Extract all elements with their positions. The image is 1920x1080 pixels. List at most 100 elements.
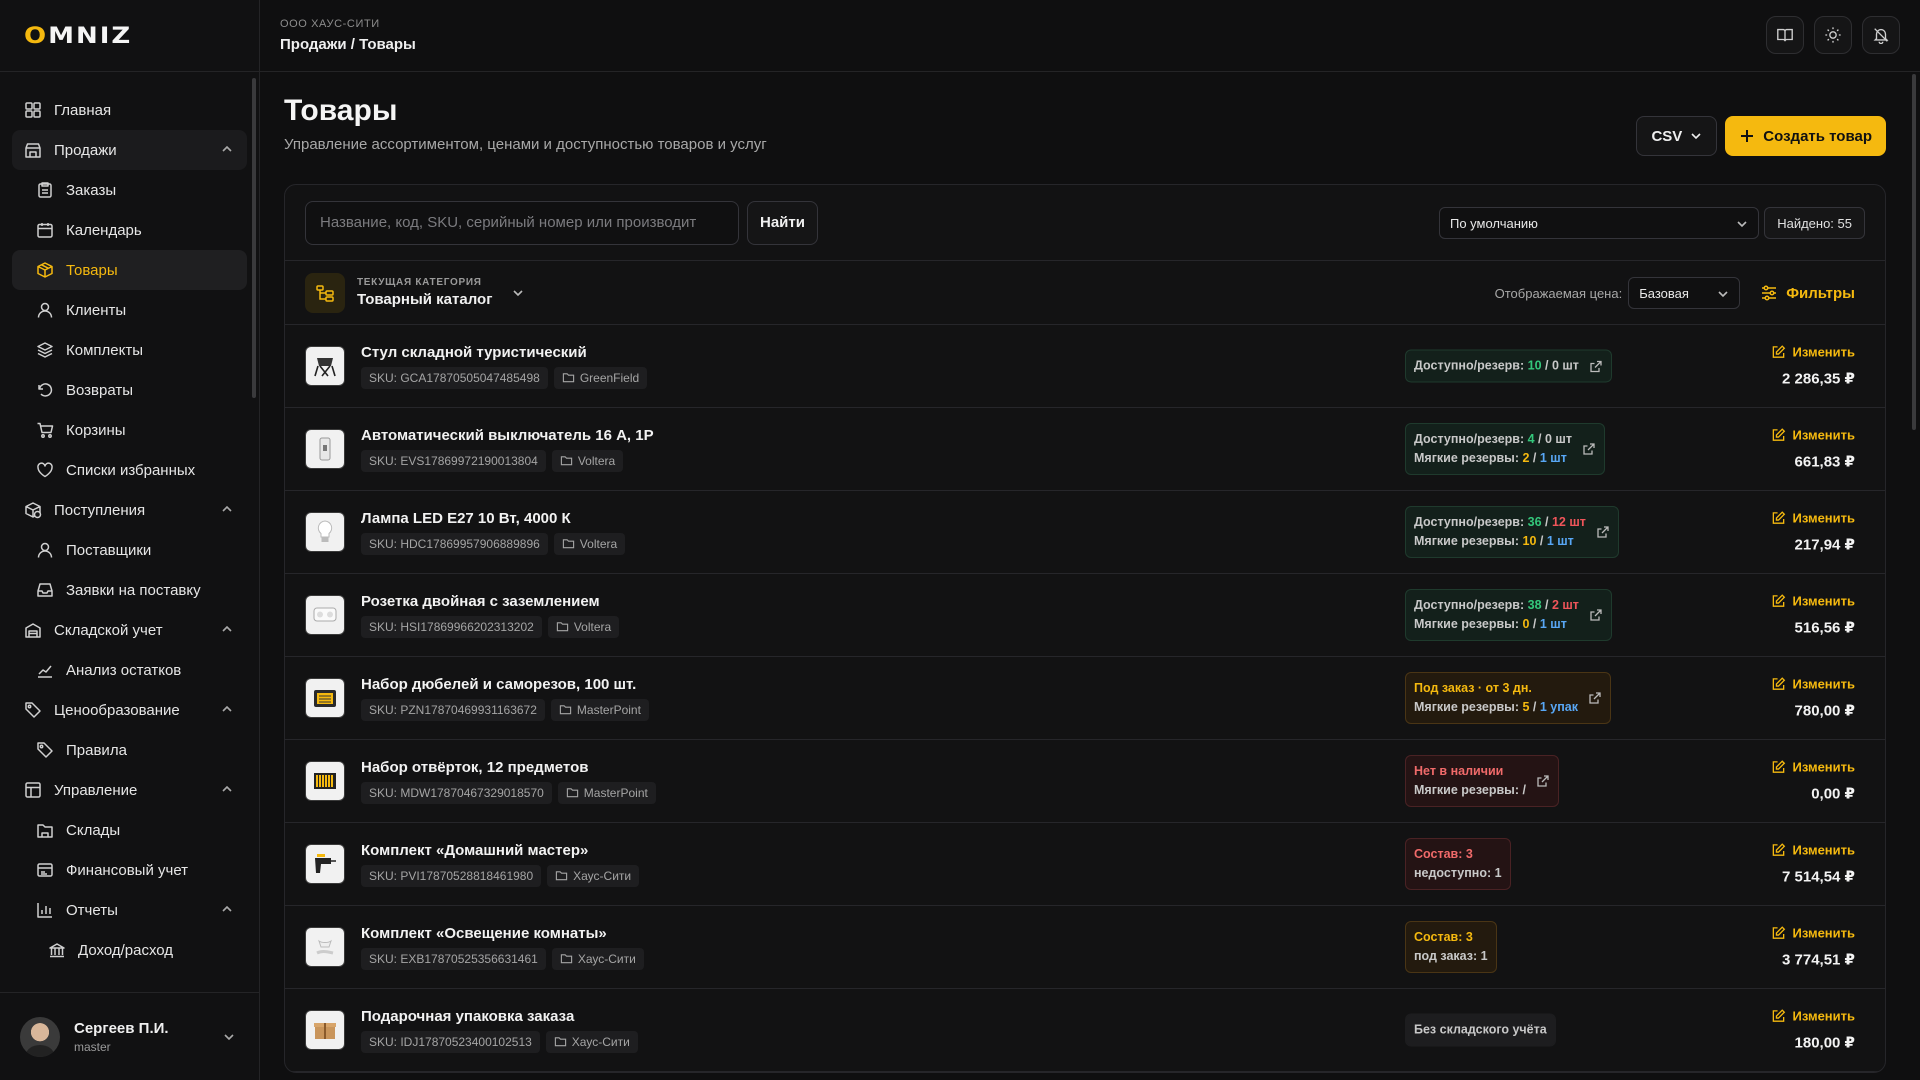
sidebar-item[interactable]: Финансовый учет [12,850,247,890]
sidebar-item[interactable]: Клиенты [12,290,247,330]
search-input[interactable] [305,200,739,245]
user-menu[interactable]: Сергеев П.И. master [0,992,259,1080]
sidebar-item[interactable]: Склады [12,810,247,850]
table-row[interactable]: Подарочная упаковка заказа SKU: IDJ178705… [285,989,1885,1072]
chevron-up-icon[interactable] [221,623,233,635]
brand-tag[interactable]: Voltera [547,615,620,638]
edit-product-button[interactable]: Изменить [1771,843,1855,858]
sidebar-item[interactable]: Заявки на поставку [12,570,247,610]
brand-tag[interactable]: Хаус-Сити [547,864,640,887]
sidebar-item[interactable]: Анализ остатков [12,650,247,690]
brand-tag[interactable]: Хаус-Сити [551,947,644,970]
sidebar-item[interactable]: Управление [12,770,247,810]
sidebar-item[interactable]: Возвраты [12,370,247,410]
sidebar-item[interactable]: Заказы [12,170,247,210]
external-link-icon[interactable] [1589,359,1603,373]
edit-product-button[interactable]: Изменить [1771,428,1855,443]
sidebar-item[interactable]: Доход/расход [12,930,247,970]
product-name[interactable]: Автоматический выключатель 16 А, 1Р [361,427,654,444]
edit-product-button[interactable]: Изменить [1771,760,1855,775]
sidebar-item[interactable]: Складской учет [12,610,247,650]
table-row[interactable]: Лампа LED E27 10 Вт, 4000 К SKU: HDC17869… [285,491,1885,574]
sidebar-item[interactable]: Календарь [12,210,247,250]
create-product-button[interactable]: Создать товар [1725,116,1886,156]
brand-tag[interactable]: GreenField [553,366,648,389]
table-row[interactable]: Автоматический выключатель 16 А, 1Р SKU: … [285,408,1885,491]
product-name[interactable]: Набор отвёрток, 12 предметов [361,759,656,776]
stock-status-badge[interactable]: Нет в наличии Мягкие резервы: / [1405,755,1559,807]
sidebar-item[interactable]: Поставщики [12,530,247,570]
external-link-icon[interactable] [1596,525,1610,539]
sidebar-item[interactable]: Главная [12,90,247,130]
category-selector[interactable]: ТЕКУЩАЯ КАТЕГОРИЯ Товарный каталог [357,277,492,308]
product-name[interactable]: Комплект «Домашний мастер» [361,842,639,859]
product-thumbnail[interactable] [305,595,345,635]
chevron-up-icon[interactable] [221,143,233,155]
edit-product-button[interactable]: Изменить [1771,594,1855,609]
brand-tag[interactable]: Voltera [551,449,624,472]
edit-product-button[interactable]: Изменить [1771,345,1855,360]
product-name[interactable]: Набор дюбелей и саморезов, 100 шт. [361,676,649,693]
brand-tag[interactable]: MasterPoint [557,781,656,804]
table-row[interactable]: Набор отвёрток, 12 предметов SKU: MDW1787… [285,740,1885,823]
brand-tag[interactable]: Хаус-Сити [545,1030,638,1053]
sidebar-item[interactable]: Отчеты [12,890,247,930]
product-name[interactable]: Розетка двойная с заземлением [361,593,619,610]
sidebar-item[interactable]: Комплекты [12,330,247,370]
product-thumbnail[interactable] [305,346,345,386]
logo[interactable]: OMNIZ [0,0,259,72]
filters-button[interactable]: Фильтры [1760,284,1855,302]
product-thumbnail[interactable] [305,927,345,967]
price-view-select[interactable]: Базовая [1628,277,1741,309]
brand-tag[interactable]: Voltera [553,532,626,555]
stock-status-badge[interactable]: Доступно/резерв: 38 / 2 шт Мягкие резервы… [1405,589,1612,641]
table-row[interactable]: Набор дюбелей и саморезов, 100 шт. SKU: P… [285,657,1885,740]
sidebar-item[interactable]: Продажи [12,130,247,170]
chevron-up-icon[interactable] [221,783,233,795]
product-thumbnail[interactable] [305,761,345,801]
theme-toggle-button[interactable] [1814,16,1852,54]
stock-status-badge[interactable]: Доступно/резерв: 36 / 12 шт Мягкие резерв… [1405,506,1619,558]
chevron-down-icon[interactable] [512,287,524,299]
notifications-button[interactable] [1862,16,1900,54]
table-row[interactable]: Комплект «Освещение комнаты» SKU: EXB1787… [285,906,1885,989]
edit-product-button[interactable]: Изменить [1771,1009,1855,1024]
product-name[interactable]: Лампа LED E27 10 Вт, 4000 К [361,510,625,527]
product-thumbnail[interactable] [305,678,345,718]
table-row[interactable]: Стул складной туристический SKU: GCA17870… [285,325,1885,408]
chevron-up-icon[interactable] [221,503,233,515]
edit-product-button[interactable]: Изменить [1771,677,1855,692]
product-name[interactable]: Подарочная упаковка заказа [361,1008,638,1025]
breadcrumb-path[interactable]: Продажи / Товары [280,36,416,53]
product-name[interactable]: Стул складной туристический [361,344,647,361]
sidebar-item[interactable]: Поступления [12,490,247,530]
sidebar-scrollbar[interactable] [252,78,256,398]
external-link-icon[interactable] [1582,442,1596,456]
external-link-icon[interactable] [1536,774,1550,788]
brand-tag[interactable]: MasterPoint [550,698,649,721]
sidebar-item[interactable]: Правила [12,730,247,770]
sort-select[interactable]: По умолчанию [1439,207,1759,239]
edit-product-button[interactable]: Изменить [1771,511,1855,526]
docs-button[interactable] [1766,16,1804,54]
external-link-icon[interactable] [1588,691,1602,705]
stock-status-badge[interactable]: Доступно/резерв: 4 / 0 шт Мягкие резервы:… [1405,423,1605,475]
chevron-up-icon[interactable] [221,903,233,915]
edit-product-button[interactable]: Изменить [1771,926,1855,941]
product-thumbnail[interactable] [305,1010,345,1050]
table-row[interactable]: Розетка двойная с заземлением SKU: HSI178… [285,574,1885,657]
chevron-up-icon[interactable] [221,703,233,715]
csv-dropdown-button[interactable]: CSV [1636,116,1718,156]
table-row[interactable]: Комплект «Домашний мастер» SKU: PVI178705… [285,823,1885,906]
stock-status-badge[interactable]: Под заказ · от 3 дн. Мягкие резервы: 5 / … [1405,672,1612,724]
search-button[interactable]: Найти [747,200,818,245]
sidebar-item[interactable]: Списки избранных [12,450,247,490]
product-thumbnail[interactable] [305,844,345,884]
external-link-icon[interactable] [1589,608,1603,622]
product-thumbnail[interactable] [305,429,345,469]
sidebar-item[interactable]: Товары [12,250,247,290]
stock-status-badge[interactable]: Доступно/резерв: 10 / 0 шт [1405,349,1612,383]
product-thumbnail[interactable] [305,512,345,552]
sidebar-item[interactable]: Корзины [12,410,247,450]
sidebar-item[interactable]: Ценообразование [12,690,247,730]
